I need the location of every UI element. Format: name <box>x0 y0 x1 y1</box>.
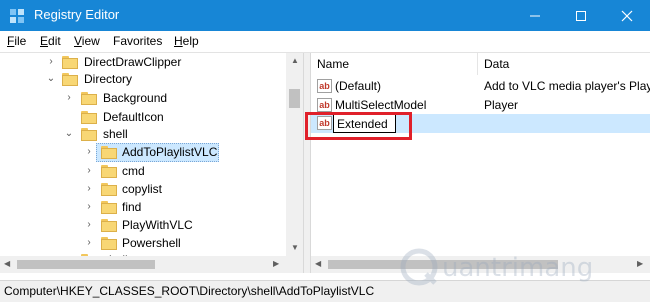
tree-item-label: cmd <box>122 164 145 178</box>
value-name: (Default) <box>335 79 382 93</box>
scroll-corner <box>286 256 303 273</box>
menu-edit-label: dit <box>48 34 61 48</box>
registry-editor-icon <box>10 9 24 23</box>
expand-icon[interactable]: › <box>84 238 94 248</box>
window-title: Registry Editor <box>34 7 120 22</box>
maximize-icon <box>576 10 586 21</box>
tree-item-label: shell <box>103 127 128 141</box>
folder-icon <box>101 165 117 178</box>
expand-icon[interactable]: › <box>84 202 94 212</box>
collapse-icon[interactable]: ⌄ <box>64 129 74 139</box>
maximize-button[interactable] <box>558 0 604 31</box>
expand-icon[interactable]: › <box>84 184 94 194</box>
title-bar[interactable]: Registry Editor <box>0 0 650 31</box>
menu-edit[interactable]: Edit <box>40 34 61 48</box>
menu-favorites-label: Favorites <box>113 34 163 48</box>
tree-item-label: AddToPlaylistVLC <box>122 145 218 159</box>
menu-bar: File Edit View Favorites Help <box>0 31 650 52</box>
expand-icon[interactable]: › <box>64 93 74 103</box>
folder-icon <box>101 219 117 232</box>
scroll-left-icon[interactable]: ◀ <box>315 259 321 268</box>
folder-icon <box>101 183 117 196</box>
collapse-icon[interactable]: ⌄ <box>46 74 56 84</box>
menu-view-accesskey: V <box>74 34 82 48</box>
scroll-up-icon[interactable]: ▲ <box>291 56 299 65</box>
minimize-icon <box>530 15 540 16</box>
scroll-left-icon[interactable]: ◀ <box>4 259 10 268</box>
expand-icon[interactable]: › <box>84 220 94 230</box>
value-name: MultiSelectModel <box>335 98 427 112</box>
value-data: Add to VLC media player's Playlist <box>484 79 650 93</box>
tree-item-playwithvlc[interactable]: › PlayWithVLC <box>0 216 286 235</box>
tree-item-directory[interactable]: ⌄ Directory <box>0 70 286 89</box>
expand-icon[interactable]: › <box>46 57 56 67</box>
column-header-name[interactable]: Name <box>311 53 478 75</box>
folder-icon <box>62 56 78 69</box>
tree-item-label: Background <box>103 91 168 105</box>
value-data: Player <box>484 98 519 112</box>
current-key-path: Computer\HKEY_CLASSES_ROOT\Directory\she… <box>4 284 375 298</box>
tree-item-label: DefaultIcon <box>103 110 164 124</box>
scroll-thumb[interactable] <box>17 260 155 269</box>
folder-icon <box>62 73 78 86</box>
tree-item-label: Directory <box>84 72 133 86</box>
menu-help[interactable]: Help <box>174 34 199 48</box>
value-row-default[interactable]: ab (Default) Add to VLC media player's P… <box>311 77 650 96</box>
annotation-highlight-box <box>305 112 412 140</box>
menu-favorites[interactable]: Favorites <box>113 34 162 48</box>
menu-help-accesskey: H <box>174 34 183 48</box>
expand-icon[interactable]: › <box>84 166 94 176</box>
folder-icon <box>81 92 97 105</box>
scroll-right-icon[interactable]: ▶ <box>273 259 279 268</box>
tree-item-find[interactable]: › find <box>0 198 286 217</box>
folder-icon <box>101 237 117 250</box>
key-tree[interactable]: › DirectDrawClipper ⌄ Directory › Backgr… <box>0 53 302 273</box>
menu-file-label: ile <box>14 34 27 48</box>
pane-splitter[interactable] <box>303 53 311 273</box>
tree-item-label: copylist <box>122 182 163 196</box>
folder-icon <box>81 111 97 124</box>
tree-item-copylist[interactable]: › copylist <box>0 180 286 199</box>
tree-item-cmd[interactable]: › cmd <box>0 162 286 181</box>
minimize-button[interactable] <box>512 0 558 31</box>
close-icon <box>621 10 633 21</box>
folder-icon <box>81 128 97 141</box>
tree-item-label: find <box>122 200 142 214</box>
close-button[interactable] <box>604 0 650 31</box>
tree-horizontal-scrollbar[interactable]: ◀ ▶ <box>0 256 286 273</box>
scroll-thumb[interactable] <box>289 89 300 108</box>
string-value-icon: ab <box>317 98 332 112</box>
tree-item-label: PlayWithVLC <box>122 218 193 232</box>
tree-item-addtoplaylistvlc[interactable]: › AddToPlaylistVLC <box>0 143 286 162</box>
watermark-text: uantrimang <box>442 253 594 283</box>
column-header-data[interactable]: Data <box>478 53 650 75</box>
tree-item-shell[interactable]: ⌄ shell <box>0 125 286 144</box>
watermark-logo-icon <box>400 248 438 286</box>
tree-item-background[interactable]: › Background <box>0 89 286 108</box>
watermark: uantrimang <box>400 247 635 287</box>
folder-icon <box>101 146 117 159</box>
tree-item-label: DirectDrawClipper <box>84 55 182 69</box>
scroll-down-icon[interactable]: ▼ <box>291 243 299 252</box>
menu-help-label: elp <box>182 34 199 48</box>
expand-icon[interactable]: › <box>84 147 94 157</box>
menu-view[interactable]: View <box>74 34 100 48</box>
folder-icon <box>101 201 117 214</box>
values-list[interactable]: Name Data ab (Default) Add to VLC media … <box>311 53 650 273</box>
menu-file[interactable]: File <box>7 34 26 48</box>
menu-view-label: iew <box>81 34 100 48</box>
scroll-right-icon[interactable]: ▶ <box>637 259 643 268</box>
tree-item-label: Powershell <box>122 236 181 250</box>
tree-vertical-scrollbar[interactable]: ▲ ▼ <box>286 53 303 256</box>
string-value-icon: ab <box>317 79 332 93</box>
menu-edit-accesskey: E <box>40 34 49 48</box>
